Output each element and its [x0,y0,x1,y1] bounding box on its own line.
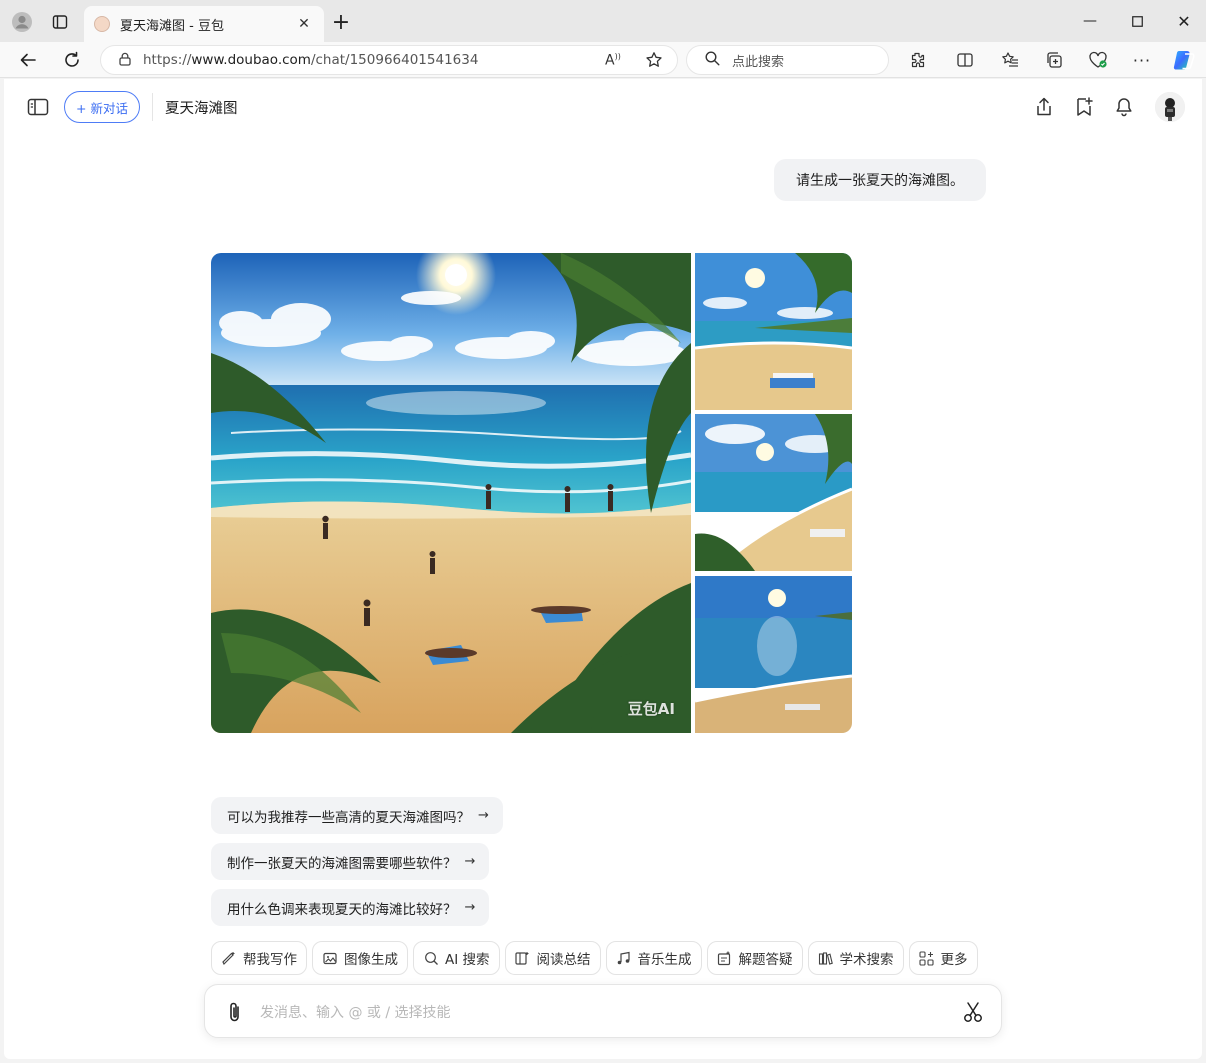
generated-image-thumb-3[interactable] [695,576,852,733]
chat-header: + 新对话 夏天海滩图 [4,79,1202,135]
user-avatar[interactable] [1155,92,1185,122]
new-chat-button[interactable]: + 新对话 [64,91,140,123]
scissors-icon[interactable] [961,999,985,1025]
skill-read-summary-button[interactable]: 阅读总结 [504,941,601,975]
browser-tab-bar: 夏天海滩图 - 豆包 ✕ + — ✕ [0,0,1206,42]
arrow-right-icon: → [464,900,476,915]
suggestion-text: 制作一张夏天的海滩图需要哪些软件？ [227,855,457,872]
pen-icon [221,950,237,966]
suggestion-chip-2[interactable]: 制作一张夏天的海滩图需要哪些软件？ → [211,843,490,880]
skill-bar: 帮我写作 图像生成 AI 搜索 阅读总结 音乐生成 解题答疑 学术搜索 更多 [211,941,978,975]
browser-nav-bar: https://www.doubao.com/chat/150966401541… [0,42,1206,78]
skill-label: 音乐生成 [637,952,692,968]
share-icon[interactable] [1030,93,1058,121]
user-message-bubble: 请生成一张夏天的海滩图。 [774,159,986,201]
message-composer[interactable]: 发消息、输入 @ 或 / 选择技能 [204,984,1002,1038]
arrow-right-icon: → [464,854,476,869]
suggestion-chip-1[interactable]: 可以为我推荐一些高清的夏天海滩图吗？ → [211,797,503,834]
doubao-favicon-icon [94,16,110,32]
sidebar-toggle-icon[interactable] [24,93,52,121]
skill-label: 阅读总结 [536,952,591,968]
search-icon [423,950,439,966]
suggestion-text: 用什么色调来表现夏天的海滩比较好？ [227,901,457,918]
doubao-chat-page: + 新对话 夏天海滩图 请生成一张夏天的海滩图。 豆包AI 可以为我推荐一些高清… [4,79,1202,1059]
read-aloud-icon[interactable]: A)) [605,52,621,69]
browser-search-box[interactable]: 点此搜索 [686,45,889,75]
split-screen-icon[interactable] [949,44,981,76]
generated-image-main[interactable]: 豆包AI [211,253,691,733]
image-icon [322,950,338,966]
skill-academic-button[interactable]: 学术搜索 [807,941,904,975]
skill-music-button[interactable]: 音乐生成 [605,941,702,975]
back-icon[interactable] [12,44,44,76]
doubao-watermark: 豆包AI [627,700,675,718]
skill-more-button[interactable]: 更多 [908,941,978,975]
search-placeholder: 点此搜索 [732,54,785,70]
chat-title: 夏天海滩图 [165,101,238,117]
skill-label: 学术搜索 [839,952,894,968]
notification-bell-icon[interactable] [1110,93,1138,121]
tab-actions-icon[interactable] [44,6,76,38]
tab-close-icon[interactable]: ✕ [294,16,314,32]
refresh-icon[interactable] [56,44,88,76]
extensions-icon[interactable] [901,44,933,76]
url-path: /chat/150966401541634 [310,52,479,68]
suggestion-text: 可以为我推荐一些高清的夏天海滩图吗？ [227,809,470,826]
skill-label: 帮我写作 [243,952,297,968]
favorites-list-icon[interactable] [994,44,1026,76]
header-divider [152,93,153,121]
url-text: https://www.doubao.com/chat/150966401541… [143,52,478,68]
skill-label: 图像生成 [344,952,398,968]
lock-icon[interactable] [119,51,131,70]
generated-image-thumb-2[interactable] [695,414,852,571]
skill-ai-search-button[interactable]: AI 搜索 [413,941,500,975]
profile-icon[interactable] [6,6,38,38]
suggestion-chip-3[interactable]: 用什么色调来表现夏天的海滩比较好？ → [211,889,490,926]
new-tab-icon[interactable]: + [325,6,357,38]
skill-label: AI 搜索 [445,952,490,968]
window-close-icon[interactable]: ✕ [1164,8,1204,34]
tab-title: 夏天海滩图 - 豆包 [120,18,224,34]
read-icon [515,950,531,966]
url-host: www.doubao.com [191,52,311,68]
composer-placeholder[interactable]: 发消息、输入 @ 或 / 选择技能 [260,1002,451,1022]
collections-icon[interactable] [1038,44,1070,76]
skill-label: 解题答疑 [738,952,793,968]
skill-solve-button[interactable]: 解题答疑 [706,941,803,975]
browser-tab-active[interactable]: 夏天海滩图 - 豆包 ✕ [84,6,324,42]
music-icon [616,950,632,966]
grid-icon [919,950,935,966]
favorite-star-icon[interactable] [645,51,663,73]
skill-label: 更多 [940,952,968,968]
arrow-right-icon: → [478,808,489,823]
search-icon [705,50,720,70]
maximize-icon[interactable] [1117,8,1157,34]
generated-image-thumb-1[interactable] [695,253,852,410]
skill-image-button[interactable]: 图像生成 [312,941,408,975]
copilot-icon[interactable] [1168,44,1200,76]
url-prefix: https:// [143,52,192,68]
bookmark-add-icon[interactable] [1070,93,1098,121]
address-bar[interactable]: https://www.doubao.com/chat/150966401541… [100,45,678,75]
attachment-paperclip-icon[interactable] [223,999,247,1025]
minimize-icon[interactable]: — [1070,8,1110,34]
browser-essentials-icon[interactable] [1082,44,1114,76]
skill-write-button[interactable]: 帮我写作 [211,941,307,975]
academic-icon [818,950,834,966]
more-menu-icon[interactable]: ··· [1126,44,1158,76]
solve-icon [717,950,733,966]
